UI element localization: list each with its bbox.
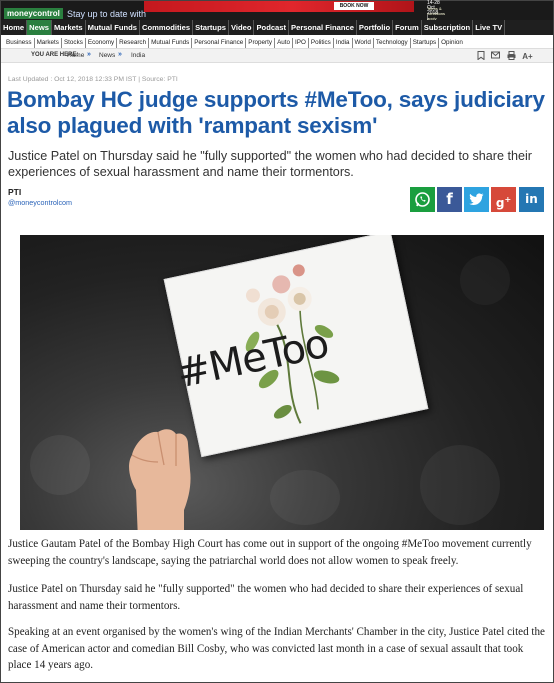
subnav-auto[interactable]: Auto: [275, 37, 294, 48]
tagline: Stay up to date with: [67, 9, 147, 19]
article-author[interactable]: PTI: [8, 187, 21, 197]
nav-commodities[interactable]: Commodities: [140, 20, 194, 35]
nav-news[interactable]: News: [27, 20, 52, 35]
subnav-property[interactable]: Property: [246, 37, 276, 48]
article-paragraph: Justice Patel on Thursday said he "fully…: [8, 583, 524, 612]
site-logo[interactable]: moneycontrol: [4, 8, 63, 19]
nav-podcast[interactable]: Podcast: [254, 20, 290, 35]
ad-terms: Terms & conditions apply: [427, 6, 446, 21]
nav-live-tv[interactable]: Live TV: [473, 20, 506, 35]
breadcrumb-news[interactable]: News: [99, 52, 115, 59]
chevron-right-icon: »: [87, 51, 91, 58]
hand-illustration: [129, 429, 191, 530]
linkedin-share-button[interactable]: in: [519, 187, 544, 212]
subnav-opinion[interactable]: Opinion: [439, 38, 465, 48]
ad-book-now-button[interactable]: BOOK NOW: [334, 2, 374, 10]
subnav-ipo[interactable]: IPO: [293, 37, 309, 48]
nav-portfolio[interactable]: Portfolio: [357, 20, 394, 35]
nav-forum[interactable]: Forum: [393, 20, 422, 35]
subnav-politics[interactable]: Politics: [309, 37, 334, 48]
subnav-startups[interactable]: Startups: [411, 37, 440, 48]
nav-home[interactable]: Home: [1, 20, 28, 35]
nav-startups[interactable]: Startups: [193, 20, 229, 35]
advertisement-banner[interactable]: BOOK NOW 14-28 Oct 2018 | Home now till …: [144, 1, 445, 46]
whatsapp-share-button[interactable]: [410, 187, 435, 212]
nav-mutual-funds[interactable]: Mutual Funds: [86, 20, 141, 35]
subnav-markets[interactable]: Markets: [35, 37, 62, 48]
chevron-right-icon: »: [118, 51, 122, 58]
print-icon[interactable]: [506, 51, 517, 62]
article-image: #MeToo: [20, 235, 544, 530]
subnav-personal-finance[interactable]: Personal Finance: [192, 37, 247, 48]
subnav-india[interactable]: India: [334, 37, 353, 48]
nav-personal-finance[interactable]: Personal Finance: [289, 20, 357, 35]
subnav-economy[interactable]: Economy: [86, 37, 118, 48]
subnav-technology[interactable]: Technology: [374, 37, 411, 48]
sub-nav: Business Markets Stocks Economy Research…: [1, 37, 553, 48]
top-banner: moneycontrol Stay up to date with BOOK N…: [1, 1, 553, 46]
facebook-icon: f: [446, 190, 453, 208]
subnav-mutual-funds[interactable]: Mutual Funds: [149, 37, 193, 48]
article-summary: Justice Patel on Thursday said he "fully…: [8, 149, 532, 179]
subnav-research[interactable]: Research: [117, 37, 150, 48]
linkedin-icon: in: [525, 192, 538, 206]
breadcrumb-home[interactable]: Home: [67, 52, 84, 59]
breadcrumb-india: India: [131, 52, 146, 59]
nav-subscription[interactable]: Subscription: [422, 20, 474, 35]
twitter-icon: [469, 193, 484, 206]
subnav-world[interactable]: World: [353, 37, 374, 48]
twitter-share-button[interactable]: [464, 187, 489, 212]
nav-markets[interactable]: Markets: [52, 20, 86, 35]
subnav-business[interactable]: Business: [4, 37, 35, 48]
nav-video[interactable]: Video: [229, 20, 255, 35]
whatsapp-icon: [415, 192, 430, 207]
subnav-stocks[interactable]: Stocks: [62, 37, 86, 48]
google-plus-icon: g+: [495, 195, 512, 210]
google-plus-share-button[interactable]: g+: [491, 187, 516, 212]
breadcrumb: YOU ARE HERE: Home » News » India A+: [1, 48, 553, 63]
last-updated: Last Updated : Oct 12, 2018 12:33 PM IST…: [8, 76, 178, 83]
mail-icon[interactable]: [490, 51, 501, 62]
article-paragraph: Speaking at an event organised by the wo…: [8, 626, 545, 671]
twitter-handle[interactable]: @moneycontrolcom: [8, 198, 72, 207]
main-nav: Home News Markets Mutual Funds Commoditi…: [1, 20, 553, 35]
bookmark-icon[interactable]: [475, 51, 486, 62]
facebook-share-button[interactable]: f: [437, 187, 462, 212]
article-headline: Bombay HC judge supports #MeToo, says ju…: [7, 87, 545, 138]
article-paragraph: Justice Gautam Patel of the Bombay High …: [8, 538, 532, 567]
font-size-button[interactable]: A+: [522, 51, 533, 62]
